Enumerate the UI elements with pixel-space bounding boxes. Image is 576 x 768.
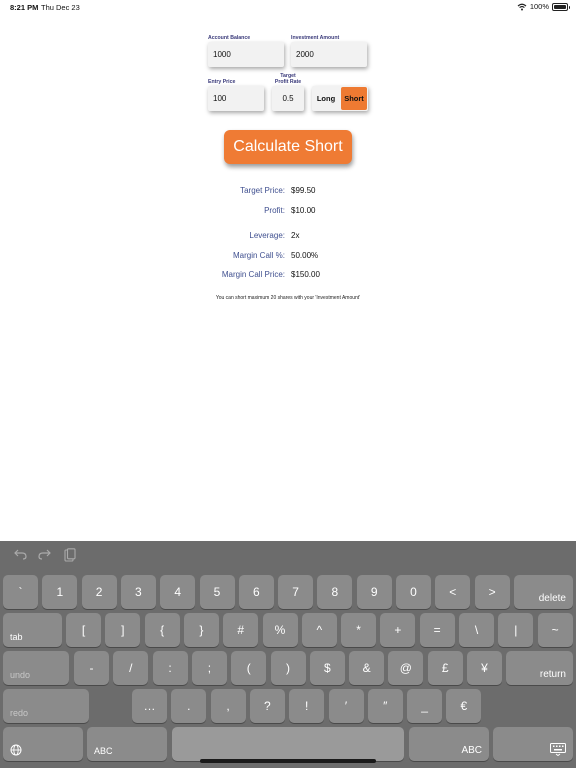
key-row3-1[interactable]: /	[113, 651, 149, 685]
abc-key-right[interactable]: ABC	[409, 727, 489, 761]
target-profit-rate-label-line2: Profit Rate	[274, 79, 302, 85]
status-date: Thu Dec 23	[41, 3, 80, 12]
home-indicator	[200, 759, 376, 763]
return-key[interactable]: return	[506, 651, 573, 685]
key-row4-8[interactable]: €	[446, 689, 482, 723]
target-profit-rate-label: Target Profit Rate	[270, 73, 306, 85]
key-row4-7[interactable]: _	[407, 689, 443, 723]
calculate-button[interactable]: Calculate Short	[224, 130, 352, 164]
target-price-value: $99.50	[291, 186, 316, 195]
long-option[interactable]: Long	[312, 86, 340, 111]
keyboard-toolbar	[0, 541, 576, 571]
key-row4-3[interactable]: ?	[249, 689, 285, 723]
wifi-icon	[517, 3, 527, 10]
key-row3-3[interactable]: ;	[191, 651, 227, 685]
redo-key[interactable]: redo	[3, 689, 89, 723]
key-row4-5[interactable]: ′	[328, 689, 364, 723]
battery-percent: 100%	[529, 2, 549, 11]
key-row2-5[interactable]: %	[262, 613, 298, 647]
entry-price-label: Entry Price	[208, 79, 236, 85]
investment-amount-label: Investment Amount	[291, 35, 340, 41]
leverage-label: Leverage:	[249, 231, 285, 240]
key-row2-6[interactable]: ^	[301, 613, 337, 647]
profit-label: Profit:	[264, 206, 285, 215]
app-screen: 8:21 PM Thu Dec 23 100% Account Balance …	[0, 0, 576, 768]
key-row2-4[interactable]: #	[223, 613, 259, 647]
key-row1-6[interactable]: 6	[238, 575, 274, 609]
undo-key[interactable]: undo	[3, 651, 69, 685]
paste-icon[interactable]	[64, 548, 76, 562]
keyboard-dismiss-key[interactable]	[493, 727, 573, 761]
keyboard: ` 1 2 3 4 5 6 7 8 9 0 < > delete tab[]{} #% ^ * + = \ | ~ undo -…	[0, 541, 576, 768]
keyboard-dismiss-icon	[550, 743, 566, 756]
key-row4-2[interactable]: ,	[210, 689, 246, 723]
battery-fill	[554, 4, 566, 9]
key-row3-10[interactable]: ¥	[467, 651, 502, 685]
key-row3-0[interactable]: -	[74, 651, 109, 685]
key-row2-10[interactable]: \	[459, 613, 494, 647]
key-row2-11[interactable]: |	[498, 613, 534, 647]
key-row4-0[interactable]: …	[132, 689, 167, 723]
short-option[interactable]: Short	[341, 87, 367, 110]
tab-key[interactable]: tab	[3, 613, 62, 647]
key-row1-5[interactable]: 5	[199, 575, 235, 609]
status-time: 8:21 PM	[10, 3, 39, 12]
key-row1-7[interactable]: 7	[278, 575, 314, 609]
key-row3-8[interactable]: @	[388, 651, 424, 685]
margin-call-price-value: $150.00	[291, 270, 320, 279]
key-row2-1[interactable]: ]	[105, 613, 141, 647]
position-toggle: Long Short	[312, 86, 368, 111]
redo-icon[interactable]	[38, 548, 51, 560]
margin-call-price-label: Margin Call Price:	[221, 270, 285, 279]
delete-key[interactable]: delete	[514, 575, 573, 609]
key-row3-4[interactable]: (	[231, 651, 267, 685]
margin-call-pct-label: Margin Call %:	[232, 251, 285, 260]
max-shares-note: You can short maximum 20 shares with you…	[215, 295, 361, 301]
key-row1-0[interactable]: `	[3, 575, 38, 609]
key-row2-2[interactable]: {	[144, 613, 180, 647]
key-row3-6[interactable]: $	[309, 651, 345, 685]
status-bar: 8:21 PM Thu Dec 23 100%	[0, 0, 576, 14]
key-row1-9[interactable]: 9	[356, 575, 392, 609]
key-row2-7[interactable]: *	[341, 613, 377, 647]
investment-amount-field[interactable]: 2000	[291, 42, 367, 67]
entry-price-field[interactable]: 100	[208, 86, 264, 111]
globe-key[interactable]	[3, 727, 83, 761]
key-row2-9[interactable]: =	[419, 613, 455, 647]
key-row1-10[interactable]: 0	[396, 575, 431, 609]
key-row2-12[interactable]: ~	[537, 613, 573, 647]
target-profit-rate-field[interactable]: 0.5	[272, 86, 304, 111]
key-row1-8[interactable]: 8	[317, 575, 353, 609]
key-row1-12[interactable]: >	[474, 575, 510, 609]
account-balance-label: Account Balance	[208, 35, 251, 41]
key-row1-4[interactable]: 4	[160, 575, 196, 609]
key-row2-0[interactable]: [	[66, 613, 101, 647]
leverage-value: 2x	[291, 231, 300, 240]
battery-icon	[552, 2, 570, 11]
key-row1-1[interactable]: 1	[42, 575, 78, 609]
target-price-label: Target Price:	[240, 186, 285, 195]
key-row3-2[interactable]: :	[152, 651, 188, 685]
key-row4-6[interactable]: ″	[367, 689, 403, 723]
undo-icon[interactable]	[14, 548, 27, 560]
key-row3-5[interactable]: )	[270, 651, 306, 685]
key-row4-4[interactable]: !	[289, 689, 325, 723]
space-key[interactable]	[172, 727, 404, 761]
key-row1-2[interactable]: 2	[81, 575, 117, 609]
profit-value: $10.00	[291, 206, 316, 215]
key-row2-8[interactable]: +	[380, 613, 416, 647]
key-row1-3[interactable]: 3	[120, 575, 156, 609]
globe-icon	[10, 744, 22, 756]
key-row2-3[interactable]: }	[183, 613, 219, 647]
margin-call-pct-value: 50.00%	[291, 251, 319, 260]
key-row4-1[interactable]: .	[171, 689, 207, 723]
abc-key-left[interactable]: ABC	[87, 727, 167, 761]
key-row3-7[interactable]: &	[349, 651, 385, 685]
status-right: 100%	[517, 2, 570, 11]
account-balance-field[interactable]: 1000	[208, 42, 284, 67]
key-row1-11[interactable]: <	[435, 575, 471, 609]
key-row3-9[interactable]: £	[427, 651, 463, 685]
